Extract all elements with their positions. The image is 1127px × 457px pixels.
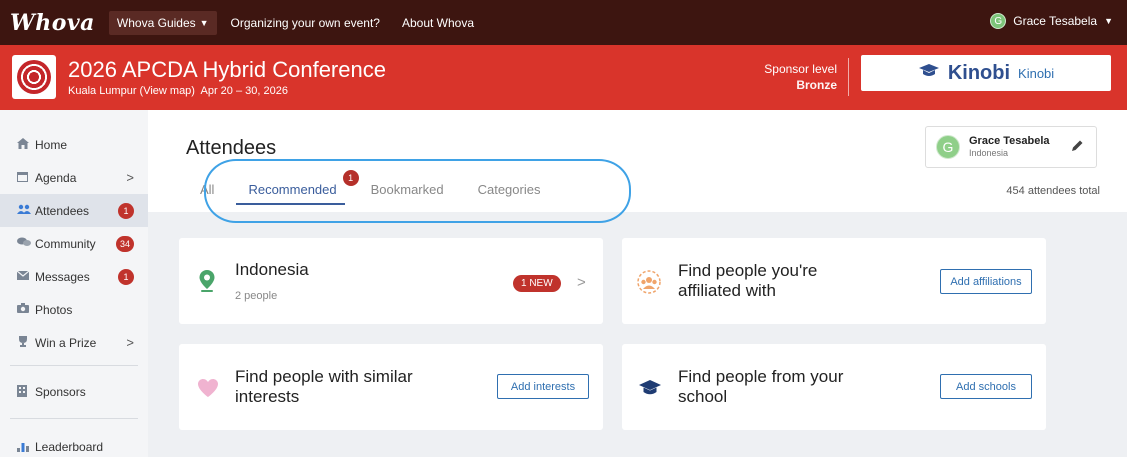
sidebar-item-sponsors[interactable]: Sponsors (0, 372, 148, 412)
chat-icon (17, 237, 35, 250)
sponsor-banner[interactable]: Kinobi Kinobi (861, 55, 1111, 91)
tab-recommended[interactable]: Recommended 1 (236, 170, 359, 205)
affiliations-card: Find people you're affiliated with Add a… (622, 238, 1046, 324)
sidebar-item-label: Attendees (35, 203, 90, 218)
event-dates: Apr 20 – 30, 2026 (200, 85, 288, 97)
calendar-icon (17, 171, 35, 185)
event-subtitle: Kuala Lumpur (View map) Apr 20 – 30, 202… (68, 85, 288, 97)
home-icon (17, 137, 35, 152)
schools-card: Find people from your school Add schools (622, 344, 1046, 430)
sidebar-item-label: Agenda (35, 170, 77, 185)
chevron-right-icon: > (126, 170, 134, 185)
avatar: G (990, 13, 1007, 29)
sidebar: Home Agenda > Attendees 1 Community 34 M… (0, 110, 148, 457)
graduation-cap-icon (918, 63, 940, 84)
notification-badge: 1 (342, 170, 359, 186)
affiliations-title: Find people you're affiliated with (678, 261, 818, 300)
user-name: Grace Tesabela (1013, 14, 1098, 28)
user-card-country: Indonesia (969, 148, 1009, 158)
location-card[interactable]: Indonesia 2 people 1 NEW > (179, 238, 603, 324)
divider (10, 418, 138, 419)
attendees-total: 454 attendees total (1006, 185, 1100, 197)
attendees-header: Attendees All Recommended 1 Bookmarked C… (148, 110, 1127, 223)
whova-logo[interactable]: Whova (10, 10, 95, 36)
chevron-right-icon[interactable]: > (577, 274, 586, 291)
divider (848, 58, 849, 96)
interests-title: Find people with similar interests (235, 367, 413, 406)
event-banner: 2026 APCDA Hybrid Conference Kuala Lumpu… (0, 45, 1127, 110)
sidebar-item-win-a-prize[interactable]: Win a Prize > (0, 326, 148, 359)
event-logo[interactable] (12, 55, 56, 99)
heart-icon (196, 377, 220, 399)
sponsor-name: Kinobi (1018, 65, 1055, 81)
pencil-icon[interactable] (1071, 139, 1084, 155)
sidebar-item-label: Community (35, 236, 96, 251)
tab-all[interactable]: All (200, 182, 214, 205)
interests-card: Find people with similar interests Add i… (179, 344, 603, 430)
add-affiliations-button[interactable]: Add affiliations (940, 269, 1032, 294)
sidebar-item-community[interactable]: Community 34 (0, 227, 148, 260)
guides-label: Whova Guides (116, 15, 196, 30)
whova-guides-menu[interactable]: Whova Guides ▼ (108, 10, 217, 35)
add-interests-button[interactable]: Add interests (497, 374, 589, 399)
sidebar-item-photos[interactable]: Photos (0, 293, 148, 326)
location-count: 2 people (235, 290, 278, 302)
chevron-right-icon: > (126, 335, 134, 350)
notification-badge: 34 (115, 235, 134, 252)
sidebar-item-attendees[interactable]: Attendees 1 (0, 194, 148, 227)
camera-icon (17, 303, 35, 316)
sidebar-item-label: Photos (35, 302, 73, 317)
trophy-icon (17, 335, 35, 350)
location-pin-icon (197, 268, 217, 294)
nav-link-about[interactable]: About Whova (402, 16, 474, 30)
new-badge: 1 NEW (513, 275, 561, 292)
user-profile-card[interactable]: G Grace Tesabela Indonesia (925, 126, 1097, 168)
people-icon (17, 204, 35, 217)
sidebar-item-label: Sponsors (35, 385, 86, 399)
top-nav: Whova Whova Guides ▼ Organizing your own… (0, 0, 1127, 45)
sidebar-item-messages[interactable]: Messages 1 (0, 260, 148, 293)
sidebar-item-agenda[interactable]: Agenda > (0, 161, 148, 194)
graduation-cap-icon (638, 378, 662, 398)
sponsor-level-value: Bronze (796, 78, 837, 92)
sponsor-level: Sponsor level Bronze (764, 61, 837, 93)
caret-down-icon: ▼ (199, 17, 209, 28)
sidebar-item-home[interactable]: Home (0, 128, 148, 161)
tab-label: Recommended (248, 182, 337, 197)
page-title: Attendees (186, 137, 277, 159)
sponsor-logo-text: Kinobi (947, 61, 1011, 84)
event-title[interactable]: 2026 APCDA Hybrid Conference (68, 57, 386, 83)
sponsor-level-label: Sponsor level (764, 62, 837, 76)
user-menu[interactable]: G Grace Tesabela ▼ (990, 13, 1113, 29)
attendee-tabs: All Recommended 1 Bookmarked Categories (200, 170, 574, 205)
notification-badge: 1 (118, 268, 134, 285)
schools-title: Find people from your school (678, 367, 844, 406)
sidebar-item-label: Messages (35, 269, 90, 284)
building-icon (17, 384, 35, 400)
add-schools-button[interactable]: Add schools (940, 374, 1032, 399)
notification-badge: 1 (118, 202, 134, 219)
user-card-name: Grace Tesabela (969, 135, 1050, 147)
nav-link-organizing[interactable]: Organizing your own event? (231, 16, 380, 30)
sidebar-item-label: Home (35, 137, 68, 152)
tab-bookmarked[interactable]: Bookmarked (371, 182, 444, 205)
avatar: G (936, 135, 960, 159)
caret-down-icon: ▼ (1104, 16, 1113, 26)
divider (10, 365, 138, 366)
sidebar-item-label: Win a Prize (35, 335, 97, 350)
user-card-text: Grace Tesabela Indonesia (969, 135, 1050, 159)
bar-chart-icon (17, 440, 35, 455)
event-location[interactable]: Kuala Lumpur (View map) (68, 85, 195, 97)
mail-icon (16, 270, 35, 283)
tab-categories[interactable]: Categories (478, 182, 541, 205)
group-icon (636, 269, 662, 295)
sidebar-item-label: Leaderboard (35, 440, 104, 454)
location-title: Indonesia (235, 260, 309, 279)
sidebar-item-leaderboard[interactable]: Leaderboard (0, 425, 148, 457)
